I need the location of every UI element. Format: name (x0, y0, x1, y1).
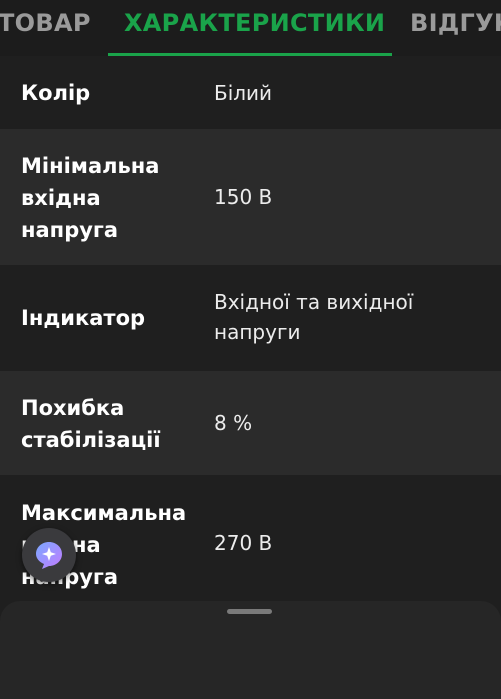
spec-value: 150 В (214, 185, 273, 209)
spec-value: Вхідної та вихідної напруги (214, 290, 414, 344)
assistant-button[interactable] (22, 528, 76, 582)
spec-value: 270 В (214, 531, 273, 555)
spec-key: Колір (21, 81, 91, 105)
spec-value: 8 % (214, 411, 253, 435)
spec-row: Індикатор Вхідної та вихідної напруги (0, 265, 501, 371)
spec-row: Похибка стабілізації 8 % (0, 371, 501, 475)
spec-row: Колір Білий (0, 56, 501, 129)
spec-key: Мінімальна вхідна напруга (21, 154, 160, 242)
spec-key: Похибка стабілізації (21, 396, 161, 452)
tab-product[interactable]: ТОВАР (0, 9, 91, 37)
spec-value: Білий (214, 81, 273, 105)
tab-characteristics[interactable]: ХАРАКТЕРИСТИКИ (124, 9, 385, 37)
spec-row: Максимальна вхідна напруга 270 В (0, 475, 501, 601)
sparkle-chat-icon (36, 542, 62, 569)
spec-row: Мінімальна вхідна напруга 150 В (0, 129, 501, 265)
bottom-sheet[interactable] (0, 601, 501, 699)
tab-reviews[interactable]: ВІДГУКИ (410, 9, 501, 37)
drag-handle[interactable] (227, 609, 272, 614)
spec-key: Індикатор (21, 306, 146, 330)
tab-bar: ТОВАР ХАРАКТЕРИСТИКИ ВІДГУКИ (0, 0, 501, 56)
